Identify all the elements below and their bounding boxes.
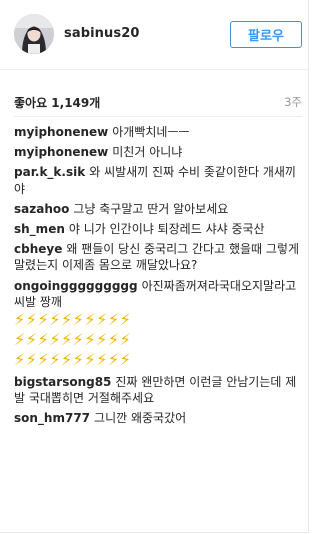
post-panel: sabinus20 팔로우 좋아요 1,149개 3주 myiphonenew 아… [0, 0, 309, 533]
comment: myiphonenew 아개빡치네ㅡㅡ [14, 124, 306, 140]
comment: cbheye 왜 팬들이 당신 중국리그 간다고 했을때 그렇게 말렸는지 이제좀… [14, 241, 306, 273]
comment-username[interactable]: myiphonenew [14, 145, 108, 159]
lightning-emoji-row: ⚡⚡⚡⚡⚡⚡⚡⚡⚡⚡ [14, 310, 132, 330]
comment-text: 미친거 아니냐 [112, 145, 183, 160]
comment-username[interactable]: par.k_k.sik [14, 165, 85, 179]
comment-username[interactable]: ongoinggggggggg [14, 279, 138, 293]
comment: par.k_k.sik 와 씨발새끼 진짜 수비 좆같이한다 개새끼야 [14, 164, 306, 196]
lightning-emoji-row: ⚡⚡⚡⚡⚡⚡⚡⚡⚡⚡ [14, 350, 132, 370]
post-author-username[interactable]: sabinus20 [64, 26, 140, 41]
comment-username[interactable]: cbheye [14, 242, 62, 256]
comment: myiphonenew 미친거 아니냐 [14, 144, 306, 160]
comment-username[interactable]: son_hm777 [14, 411, 90, 425]
avatar[interactable] [14, 14, 54, 54]
comment: bigstarsong85 진짜 왠만하면 이런글 안남기는데 제발 국대뽑히면 … [14, 374, 306, 406]
post-header: sabinus20 팔로우 [0, 0, 309, 70]
follow-button[interactable]: 팔로우 [230, 21, 302, 48]
comment: sazahoo 그냥 축구말고 딴거 알아보세요 [14, 201, 306, 217]
comment-list: myiphonenew 아개빡치네ㅡㅡ myiphonenew 미친거 아니냐 pa… [14, 124, 306, 431]
comment-username[interactable]: bigstarsong85 [14, 375, 111, 389]
comment-username[interactable]: sazahoo [14, 202, 69, 216]
comment-text: 아개빡치네ㅡㅡ [112, 125, 190, 139]
comment-text: 야 니가 인간이냐 퇴장레드 샤샤 중국산 [68, 222, 265, 237]
likes-row: 좋아요 1,149개 3주 [14, 94, 302, 112]
likes-count[interactable]: 좋아요 1,149개 [14, 96, 100, 110]
comment: son_hm777 그니깐 왜중국갔어 [14, 410, 306, 426]
post-timestamp[interactable]: 3주 [284, 94, 302, 110]
comment: sh_men 야 니가 인간이냐 퇴장레드 샤샤 중국산 [14, 221, 306, 237]
avatar-image [14, 14, 54, 54]
lightning-emoji-row: ⚡⚡⚡⚡⚡⚡⚡⚡⚡⚡ [14, 330, 132, 350]
comment-text: 그냥 축구말고 딴거 알아보세요 [73, 201, 229, 216]
comment-username[interactable]: myiphonenew [14, 125, 108, 139]
comment-username[interactable]: sh_men [14, 222, 65, 236]
comment-text: 그니깐 왜중국갔어 [94, 411, 187, 426]
comment: ongoinggggggggg 아진짜좀꺼져라국대오지말라고 씨발 짱깨 ⚡⚡⚡⚡… [14, 278, 306, 370]
divider [14, 116, 302, 117]
